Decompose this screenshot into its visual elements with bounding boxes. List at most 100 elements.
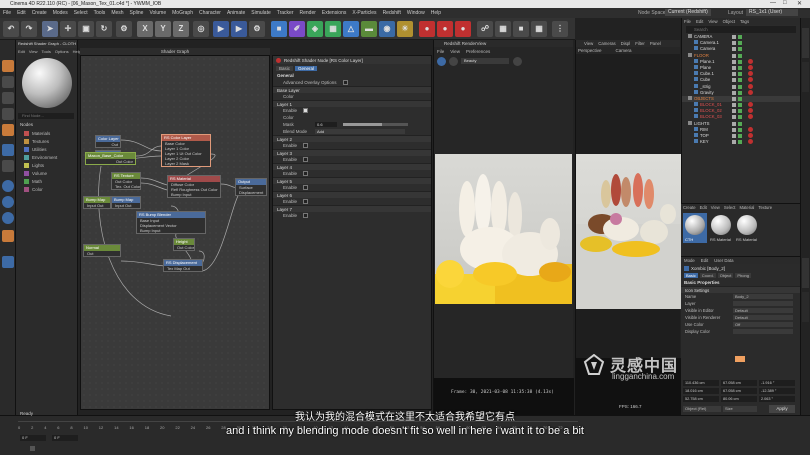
visibility-icon[interactable]	[738, 84, 742, 89]
node-normal-texture[interactable]: Normal Out	[83, 244, 121, 257]
visibility-icon[interactable]	[732, 109, 736, 114]
redshift-material-icon[interactable]: ●	[455, 21, 471, 37]
material-cth-selected[interactable]: CTH	[683, 213, 707, 243]
attr-prop-value[interactable]	[733, 301, 793, 306]
node-port[interactable]: Out	[96, 142, 120, 147]
node-rs-color-layer[interactable]: RS Color Layer Base Color Layer 1 Color …	[161, 134, 211, 167]
visibility-icon[interactable]	[732, 134, 736, 138]
section-layer-3[interactable]: Layer 3	[273, 149, 431, 156]
advanced-overlay-checkbox[interactable]	[342, 80, 348, 86]
render-settings-icon[interactable]: ⚙	[249, 21, 265, 37]
axis-mode-icon[interactable]	[2, 144, 14, 156]
node-category-item[interactable]: Textures	[16, 138, 78, 146]
viewport-menu-view[interactable]: View	[584, 41, 593, 46]
undo-icon[interactable]: ↶	[3, 21, 19, 37]
floor-icon[interactable]: ▬	[361, 21, 377, 37]
am-menu-user-data[interactable]: User Data	[714, 258, 733, 263]
coord-field-r[interactable]: -12.389 °	[759, 388, 795, 394]
menu-tools[interactable]: Tools	[42, 49, 51, 54]
rotate-tool-icon[interactable]: ↻	[96, 21, 112, 37]
node-port[interactable]: Bump Input	[137, 228, 205, 233]
visibility-icon[interactable]	[732, 140, 736, 145]
visibility-icon[interactable]	[738, 72, 742, 77]
visibility-icon[interactable]	[738, 53, 742, 58]
recent-tools-icon[interactable]: ⚙	[116, 21, 132, 37]
coord-field-r[interactable]: 2.063 °	[759, 396, 795, 402]
axis-x-button[interactable]: X	[137, 21, 153, 37]
material-tag-icon[interactable]	[748, 126, 753, 132]
node-bump-map-small[interactable]: Bump Map Input Out	[83, 196, 111, 209]
viewport-camera[interactable]: Camera	[616, 48, 632, 53]
visibility-icon[interactable]	[732, 59, 736, 64]
points-mode-icon[interactable]	[2, 92, 14, 104]
material-tag-icon[interactable]	[748, 139, 753, 145]
tab-basic[interactable]: Basic	[684, 273, 698, 278]
play-back-icon[interactable]	[30, 446, 35, 451]
mask-value-input[interactable]: 0.6	[315, 122, 337, 127]
node-bump-map[interactable]: Bump Map Input Out	[111, 196, 141, 209]
section-layer-2[interactable]: Layer 2	[273, 135, 431, 142]
menu-item-volume[interactable]: Volume	[149, 10, 166, 16]
layer-enable-checkbox[interactable]	[303, 199, 309, 205]
menu-item-simulate[interactable]: Simulate	[251, 10, 270, 16]
model-mode-icon[interactable]	[2, 60, 14, 72]
visibility-icon[interactable]	[732, 127, 736, 132]
coord-field-p[interactable]: 18.016 cm	[683, 388, 719, 394]
layer-enable-checkbox[interactable]	[303, 185, 309, 191]
visibility-icon[interactable]	[732, 90, 736, 95]
node-category-item[interactable]: Volume	[16, 170, 78, 178]
quantize-icon[interactable]	[2, 196, 14, 208]
snap-icon[interactable]: ☍	[477, 21, 493, 37]
node-category-item[interactable]: Color	[16, 186, 78, 194]
grid-icon[interactable]: ▦	[531, 21, 547, 37]
layer-enable-checkbox[interactable]	[303, 143, 309, 149]
mm-menu-material[interactable]: Material	[739, 205, 754, 210]
attr-prop-value[interactable]: Body_2	[733, 294, 793, 299]
tab-coord[interactable]: Coord.	[699, 273, 716, 278]
node-category-item[interactable]: Utilities	[16, 146, 78, 154]
material-tag-icon[interactable]	[748, 89, 753, 95]
tab-basic[interactable]: Basic	[276, 65, 294, 71]
am-menu-edit[interactable]: Edit	[701, 258, 708, 263]
material-tag-icon[interactable]	[748, 114, 753, 120]
visibility-icon[interactable]	[738, 96, 742, 101]
snapshot-icon[interactable]	[513, 56, 522, 66]
coord-field-r[interactable]: -1.916 °	[759, 380, 795, 386]
layer-icon[interactable]	[2, 256, 14, 268]
visibility-icon[interactable]	[738, 78, 742, 83]
visibility-icon[interactable]	[738, 109, 742, 114]
menu-item-window[interactable]: Window	[407, 10, 425, 16]
light-icon[interactable]: ☀	[397, 21, 413, 37]
section-base-layer[interactable]: Base Layer	[273, 86, 431, 93]
aov-select[interactable]: Beauty	[461, 58, 509, 64]
material-tag-icon[interactable]	[748, 64, 753, 70]
attributes-tab[interactable]	[802, 258, 809, 288]
menu-item-mograph[interactable]: MoGraph	[172, 10, 193, 16]
layer-1-blend-row[interactable]: Blend Mode Add	[273, 128, 431, 135]
visibility-icon[interactable]	[732, 47, 736, 52]
visibility-icon[interactable]	[738, 90, 742, 95]
node-color-layer-1[interactable]: Color Layer Out	[95, 135, 121, 148]
visibility-icon[interactable]	[738, 35, 742, 39]
node-port[interactable]: Input Out	[84, 203, 110, 208]
attr-prop-row[interactable]: Use Color Off	[681, 321, 800, 328]
coord-field-p[interactable]: 110.436 cm	[683, 380, 719, 386]
mm-menu-view[interactable]: View	[711, 205, 720, 210]
om-menu-tags[interactable]: Tags	[740, 19, 749, 24]
section-layer-6[interactable]: Layer 6	[273, 191, 431, 198]
visibility-icon[interactable]	[732, 35, 736, 39]
node-rs-texture[interactable]: RS Texture Out Color Tex. Out Color	[111, 172, 141, 190]
visibility-icon[interactable]	[732, 53, 736, 58]
material-tag-icon[interactable]	[748, 102, 753, 108]
mm-menu-texture[interactable]: Texture	[758, 205, 772, 210]
layer-enable-checkbox[interactable]	[303, 157, 309, 163]
layer-enable-row[interactable]: Enable	[273, 156, 431, 163]
attr-prop-value[interactable]: Default	[733, 308, 793, 313]
layer-1-mask-row[interactable]: Mask 0.6	[273, 121, 431, 128]
sculpt-icon[interactable]	[2, 230, 14, 242]
attr-prop-value[interactable]	[733, 329, 793, 334]
menu-item-edit[interactable]: Edit	[17, 10, 26, 16]
menu-edit[interactable]: Edit	[18, 49, 25, 54]
visibility-icon[interactable]	[738, 47, 742, 52]
node-category-item[interactable]: Environment	[16, 154, 78, 162]
